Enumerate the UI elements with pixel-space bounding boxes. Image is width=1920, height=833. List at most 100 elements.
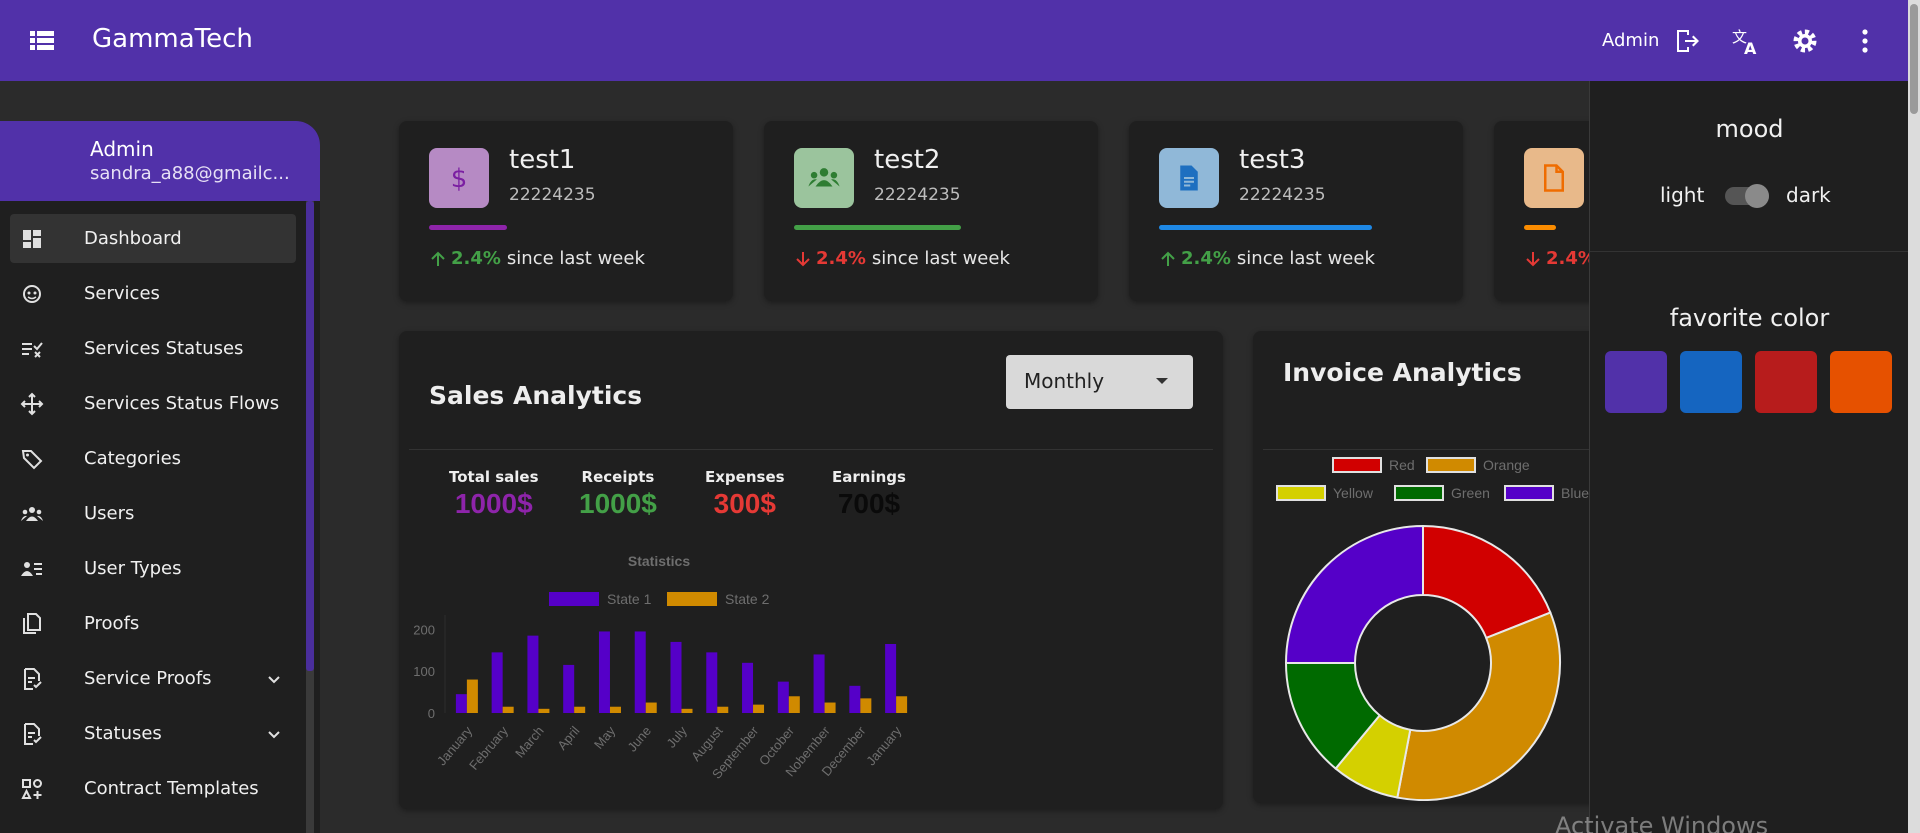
summary-value: 1000$	[579, 488, 657, 519]
sidebar-item-services[interactable]: Services	[0, 266, 320, 321]
more-vertical-icon[interactable]	[1850, 26, 1880, 56]
activate-windows-watermark: Activate Windows	[1555, 812, 1769, 833]
sidebar-item-label: Services Statuses	[84, 338, 244, 359]
dashboard-icon	[23, 229, 41, 248]
arrow-down-icon	[796, 251, 810, 266]
summary-label: Total sales	[449, 468, 539, 486]
summary-label: Expenses	[705, 468, 785, 486]
color-swatch-orange[interactable]	[1830, 351, 1892, 413]
stat-change-percent: 2.4%	[816, 248, 866, 269]
toggle-knob[interactable]	[1745, 184, 1769, 208]
arrow-up-icon	[431, 251, 445, 266]
period-select-value: Monthly	[1024, 369, 1105, 393]
color-swatch-purple[interactable]	[1605, 351, 1667, 413]
bar-1	[885, 644, 897, 713]
summary-label: Earnings	[832, 468, 906, 486]
x-tick-label: July	[663, 723, 690, 751]
sidebar-item-contract-templates[interactable]: Contract Templates	[0, 761, 320, 816]
bar-2	[645, 702, 657, 713]
legend-swatch	[667, 592, 717, 606]
stat-title: test3	[1239, 145, 1306, 175]
stat-change-percent: 2.4%	[1181, 248, 1231, 269]
app-brand[interactable]: GammaTech	[92, 24, 253, 54]
sidebar-item-label: Services Status Flows	[84, 393, 280, 414]
sidebar-item-dashboard[interactable]: Dashboard	[0, 211, 320, 266]
bar-1	[491, 652, 503, 713]
favorite-color-title: favorite color	[1669, 304, 1830, 332]
logout-icon[interactable]	[1672, 26, 1702, 56]
sidebar-item-proofs[interactable]: Proofs	[0, 596, 320, 651]
bar-1	[455, 694, 467, 713]
sidebar: Admin sandra_a88@gmailc... Dashboard Ser…	[0, 121, 320, 833]
bar-1	[849, 685, 861, 713]
legend-swatch	[1504, 485, 1554, 501]
theme-toggle[interactable]	[1725, 184, 1769, 208]
summary-value: 700$	[837, 488, 901, 519]
bar-2	[788, 696, 800, 713]
x-tick-label: February	[466, 723, 511, 773]
service-proofs-icon	[24, 667, 42, 690]
legend-label: Yellow	[1333, 485, 1374, 501]
sidebar-item-users[interactable]: Users	[0, 486, 320, 541]
sidebar-item-categories[interactable]: Categories	[0, 431, 320, 486]
stat-icon-box: $	[429, 148, 489, 208]
stat-progress-bar	[794, 225, 961, 230]
color-swatch-blue[interactable]	[1680, 351, 1742, 413]
x-tick-label: March	[512, 723, 547, 760]
bar-1	[777, 681, 789, 713]
stat-change-period: since last week	[871, 248, 1010, 269]
statuses-icon	[24, 722, 42, 745]
sidebar-item-service-proofs[interactable]: Service Proofs	[0, 651, 320, 706]
card-title: Invoice Analytics	[1283, 358, 1522, 387]
stat-progress-bar	[429, 225, 507, 230]
sidebar-item-user-types[interactable]: User Types	[0, 541, 320, 596]
bar-1	[742, 662, 754, 713]
tags-icon	[21, 449, 43, 469]
caret-down-icon	[1156, 378, 1168, 384]
menu-icon[interactable]	[28, 28, 56, 52]
card-divider	[1263, 449, 1623, 450]
stat-change-percent: 2.4%	[451, 248, 501, 269]
summary-earnings: Earnings 700$	[832, 468, 906, 520]
sidebar-profile[interactable]: Admin sandra_a88@gmailc...	[0, 121, 320, 201]
legend-label: Blue	[1561, 485, 1589, 501]
sidebar-scrollbar-thumb[interactable]	[306, 201, 314, 671]
page-scrollbar[interactable]	[1908, 0, 1920, 833]
x-tick-label: June	[624, 723, 654, 754]
legend-label: Orange	[1483, 457, 1530, 473]
chevron-down-icon[interactable]	[264, 724, 284, 744]
period-select[interactable]: Monthly	[1006, 355, 1193, 409]
bar-1	[670, 641, 682, 713]
users-icon	[21, 506, 43, 521]
sidebar-item-services-statuses[interactable]: Services Statuses	[0, 321, 320, 376]
templates-icon	[21, 778, 42, 799]
x-tick-label: May	[591, 723, 619, 752]
summary-expenses: Expenses 300$	[705, 468, 785, 520]
card-title: Sales Analytics	[429, 381, 643, 410]
bar-1	[527, 635, 539, 713]
sales-statistics-chart: Statistics State 1 State 2 0 100 200 January Fe…	[413, 553, 908, 782]
stat-icon-box	[794, 148, 854, 208]
translate-icon[interactable]: 文 A	[1731, 26, 1761, 56]
x-tick-label: January	[863, 723, 905, 768]
bar-2	[609, 706, 621, 713]
summary-value: 300$	[713, 488, 776, 519]
legend-swatch	[1426, 457, 1476, 473]
sidebar-item-statuses[interactable]: Statuses	[0, 706, 320, 761]
page-scrollbar-thumb[interactable]	[1910, 4, 1918, 114]
sidebar-scrollbar[interactable]	[306, 201, 314, 833]
arrow-down-icon	[1526, 251, 1540, 266]
legend-swatch	[1394, 485, 1444, 501]
sidebar-item-label: Dashboard	[84, 228, 182, 249]
stat-title: test2	[874, 145, 941, 175]
sidebar-item-label: Statuses	[84, 723, 162, 744]
sidebar-item-label: Users	[84, 503, 135, 524]
sidebar-item-services-status-flows[interactable]: Services Status Flows	[0, 376, 320, 431]
legend-swatch	[1332, 457, 1382, 473]
chevron-down-icon[interactable]	[264, 669, 284, 689]
gear-icon[interactable]	[1790, 26, 1820, 56]
bar-1	[706, 652, 718, 713]
color-swatch-red[interactable]	[1755, 351, 1817, 413]
bar-2	[681, 708, 693, 713]
y-tick-label: 100	[413, 664, 435, 679]
